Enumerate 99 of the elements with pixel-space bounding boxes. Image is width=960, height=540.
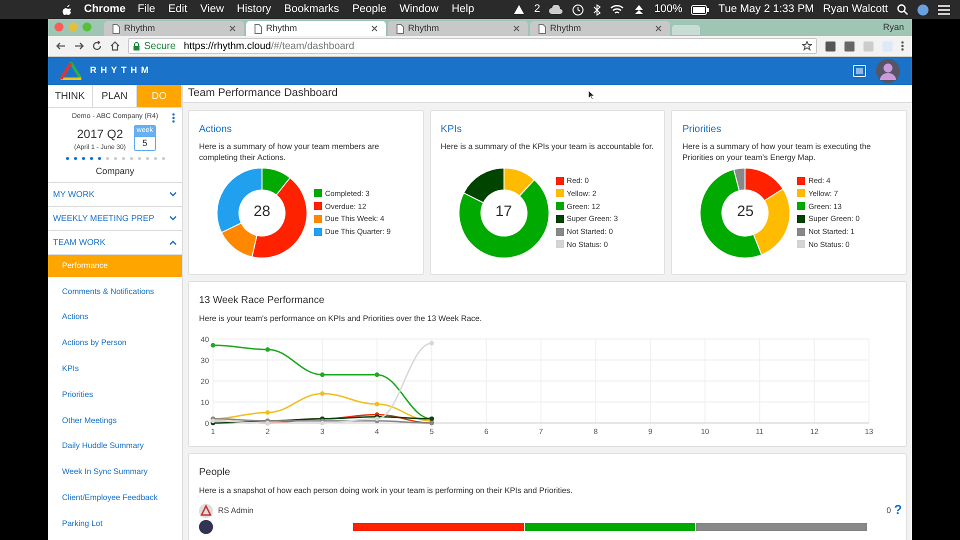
sidebar-item[interactable]: Actions: [48, 306, 182, 328]
card-title: 13 Week Race Performance: [199, 294, 326, 308]
tab-title: Rhythm: [408, 22, 440, 35]
lock-icon: [133, 42, 140, 50]
avatar-icon: [199, 520, 213, 534]
user-name[interactable]: Ryan Walcott: [822, 1, 888, 18]
menu-item[interactable]: Help: [452, 1, 474, 18]
sidebar-item[interactable]: Other Meetings: [48, 410, 182, 432]
donut-total: 28: [254, 202, 270, 222]
menu-item[interactable]: Window: [399, 1, 439, 18]
sidebar-item[interactable]: Priorities: [48, 384, 182, 406]
app-menu[interactable]: Chrome: [84, 1, 126, 18]
card-title[interactable]: Actions: [199, 122, 413, 136]
apple-icon: [62, 4, 72, 16]
more-icon: [901, 41, 904, 51]
chevron-icon: [169, 192, 177, 197]
menu-clock: Tue May 2 1:33 PM: [718, 2, 814, 18]
sidebar-item[interactable]: KPIs: [48, 358, 182, 380]
sidebar-item[interactable]: Actions by Person: [48, 332, 182, 354]
card-title[interactable]: Priorities: [682, 122, 896, 136]
scope-label: Company: [96, 165, 134, 178]
profile-name[interactable]: Ryan: [882, 20, 904, 34]
reload-icon: [92, 41, 102, 51]
close-icon: [371, 25, 378, 32]
menu-item[interactable]: History: [236, 1, 272, 18]
data-point: [320, 390, 325, 396]
tab-title: Rhythm: [550, 22, 582, 35]
card-title: People: [199, 466, 232, 480]
sidebar-item[interactable]: Client/Employee Feedback: [48, 486, 182, 509]
data-point: [265, 346, 270, 352]
data-point: [429, 340, 434, 345]
avatar-icon: [199, 504, 213, 518]
sidebar-item[interactable]: Week In Sync Summary: [48, 461, 182, 484]
browser-tab[interactable]: Rhythm: [104, 21, 244, 36]
section-header[interactable]: WEEKLY MEETING PREP: [48, 206, 182, 231]
chevron-icon: [169, 240, 177, 245]
clock-icon: [572, 4, 584, 16]
menu-item[interactable]: File: [138, 1, 156, 18]
new-tab-button[interactable]: [672, 25, 700, 35]
tab-title: Rhythm: [124, 22, 156, 35]
close-icon: [229, 25, 236, 32]
wifi-icon: [610, 4, 624, 15]
sidebar-item[interactable]: Daily Huddle Summary: [48, 435, 182, 458]
chevron-icon: [169, 216, 177, 221]
card-description: Here is your team's performance on KPIs and Priorities over the 13 Week Race.: [199, 312, 483, 324]
person-name: RS Admin: [218, 504, 254, 516]
close-icon: [655, 25, 662, 32]
donut-total: 17: [495, 202, 512, 222]
more-icon: [172, 113, 175, 123]
menu-item[interactable]: Bookmarks: [284, 1, 340, 18]
list-icon: [853, 65, 866, 77]
battery-icon: [691, 4, 710, 14]
card-description: Here is a summary of how your team members are completing their Actions.: [199, 140, 380, 162]
data-point: [374, 401, 380, 406]
menu-item[interactable]: Edit: [168, 1, 188, 18]
close-icon: [513, 25, 520, 32]
data-point: [210, 342, 216, 348]
card-description: Here is a summary of the KPIs your team is accountable for.: [440, 140, 654, 153]
avatar-icon: [876, 59, 900, 83]
card-description: Here is a summary of how your team is executing the Priorities on your team's Energy Map.: [682, 140, 872, 162]
donut-total: 25: [736, 202, 754, 222]
star-icon: [802, 41, 812, 51]
page-icon: [254, 24, 262, 34]
browser-tab[interactable]: Rhythm: [530, 21, 670, 36]
logo-icon: [60, 62, 82, 80]
address-field[interactable]: Secure https://rhythm.cloud/#/team/dashboard: [128, 38, 817, 54]
card-title[interactable]: KPIs: [440, 122, 654, 136]
badge-count: 2: [534, 2, 540, 18]
sidebar-item[interactable]: Parking Lot: [48, 512, 182, 535]
help-button[interactable]: ?: [894, 500, 902, 520]
browser-tab[interactable]: Rhythm: [246, 21, 386, 36]
page-icon: [396, 24, 404, 34]
data-point: [374, 372, 380, 376]
url-text: https://rhythm.cloud/#/team/dashboard: [184, 40, 354, 54]
forward-icon: [74, 41, 84, 51]
logo-text: RHYTHM: [90, 64, 152, 78]
page-icon: [112, 24, 120, 34]
tab-title: Rhythm: [266, 22, 298, 35]
page-title: Team Performance Dashboard: [188, 86, 338, 101]
menu-item[interactable]: People: [352, 1, 386, 18]
section-header[interactable]: MY WORK: [48, 182, 182, 207]
data-point: [320, 372, 325, 376]
data-point: [265, 410, 270, 414]
bluetooth-icon: [593, 4, 602, 16]
battery-percent: 100%: [654, 2, 682, 18]
page-icon: [538, 24, 546, 34]
person-count: 0: [886, 504, 891, 516]
secure-label: Secure: [144, 40, 176, 54]
sidebar-item[interactable]: Comments & Notifications: [48, 280, 182, 303]
home-icon: [110, 41, 120, 51]
quarter-title: 2017 Q2: [76, 126, 124, 142]
menu-icon: [938, 4, 950, 14]
search-icon: [897, 4, 908, 15]
week-number: 5: [142, 136, 148, 150]
triangle-icon: [513, 4, 526, 15]
card-description: Here is a snapshot of how each person doing work in your team is performing on their KPIs and Priorities.: [199, 484, 574, 496]
browser-tab[interactable]: Rhythm: [388, 21, 528, 36]
back-icon: [56, 41, 66, 51]
menu-item[interactable]: View: [200, 1, 224, 18]
